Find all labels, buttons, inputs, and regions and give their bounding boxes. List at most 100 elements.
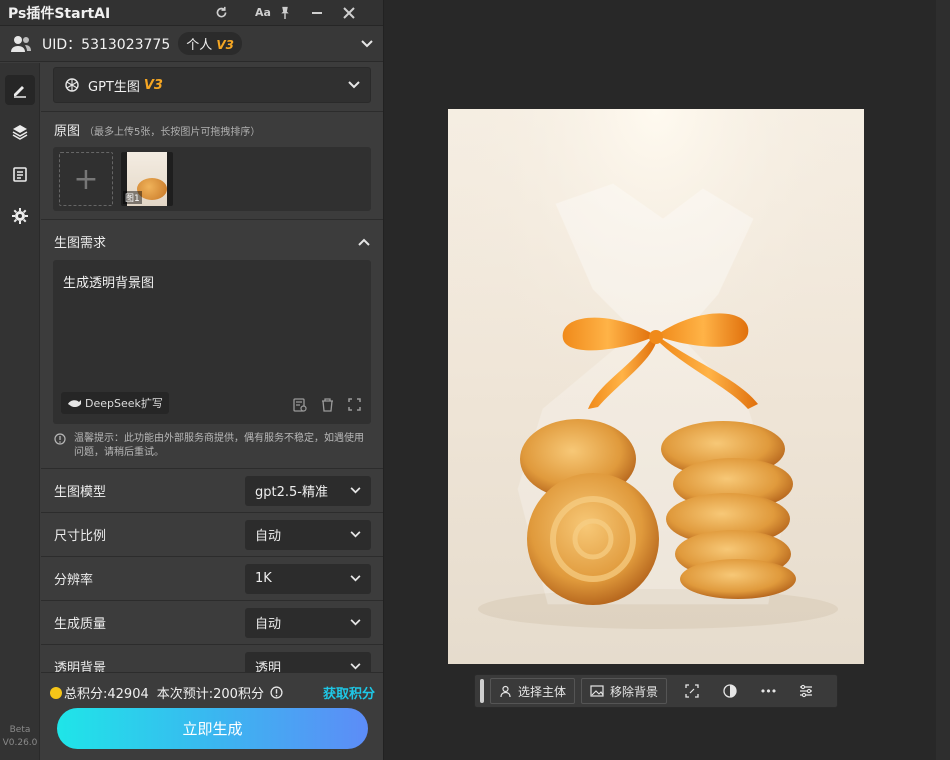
- minimize-icon[interactable]: [311, 7, 343, 19]
- setting-value: gpt2.5-精准: [255, 485, 328, 500]
- deepseek-whale-icon: [67, 398, 81, 408]
- image-icon: [590, 685, 604, 697]
- select-subject-label: 选择主体: [518, 684, 567, 699]
- sidebar-item-layers[interactable]: [5, 117, 35, 147]
- plan-label: 个人: [186, 38, 213, 53]
- textarea-tools: [293, 398, 361, 412]
- chevron-down-icon: [350, 663, 361, 670]
- service-tip: 温馨提示：此功能由外部服务商提供，偶有服务不稳定，如遇使用问题，请稍后重试。: [41, 424, 383, 460]
- setting-label: 分辨率: [54, 573, 94, 588]
- title-bar: Ps插件StartAI Aa: [0, 0, 383, 26]
- transparent-dropdown[interactable]: 透明: [245, 651, 371, 672]
- thumbnail-label: 图1: [123, 191, 142, 204]
- image-toolbar: 选择主体 移除背景 •••: [474, 674, 838, 708]
- info-icon[interactable]: [270, 686, 283, 699]
- crop-expand-icon[interactable]: [673, 678, 711, 704]
- beta-label: Beta: [9, 725, 31, 735]
- resolution-dropdown[interactable]: 1K: [245, 563, 371, 594]
- version-label: V0.26.0: [2, 738, 38, 748]
- chevron-down-icon: [350, 619, 361, 626]
- chevron-down-icon[interactable]: [361, 39, 373, 48]
- sidebar-item-edit[interactable]: [5, 75, 35, 105]
- source-images-box: + 图1: [53, 147, 371, 211]
- panel-footer: 总积分:42904 本次预计:200积分 获取积分 立即生成: [41, 672, 383, 760]
- source-images-label: 原图: [54, 124, 81, 139]
- font-size-icon[interactable]: Aa: [247, 6, 279, 19]
- version-info: Beta V0.26.0: [0, 724, 40, 750]
- select-subject-button[interactable]: 选择主体: [490, 678, 576, 704]
- total-points: 总积分:42904: [64, 687, 149, 702]
- chevron-down-icon: [348, 81, 360, 89]
- document-canvas: 选择主体 移除背景 •••: [385, 0, 950, 760]
- requirement-title: 生图需求: [54, 236, 107, 251]
- estimate-points: 本次预计:200积分: [156, 687, 264, 702]
- settings-icon: [12, 208, 28, 224]
- image-thumbnail[interactable]: 图1: [121, 152, 173, 206]
- canvas-scrollbar[interactable]: [936, 0, 950, 760]
- source-images-hint: （最多上传5张，长按图片可拖拽排序）: [84, 127, 261, 138]
- deepseek-expand-button[interactable]: DeepSeek扩写: [61, 392, 169, 414]
- edit-icon: [12, 82, 28, 98]
- chevron-down-icon: [350, 487, 361, 494]
- generate-button[interactable]: 立即生成: [57, 708, 368, 749]
- setting-value: 自动: [255, 617, 282, 632]
- setting-label: 透明背景: [54, 661, 107, 672]
- model-selector[interactable]: GPT生图 V3: [53, 67, 371, 103]
- sidebar-item-settings[interactable]: [5, 201, 35, 231]
- remove-background-button[interactable]: 移除背景: [581, 678, 668, 704]
- openai-icon: [64, 77, 80, 93]
- chevron-down-icon: [350, 531, 361, 538]
- model-dropdown[interactable]: gpt2.5-精准: [245, 475, 371, 506]
- setting-row-quality: 生成质量 自动: [41, 600, 383, 644]
- user-bar[interactable]: UID：5313023775 个人 V3: [0, 26, 383, 62]
- remove-background-label: 移除背景: [610, 684, 659, 699]
- document-image[interactable]: [448, 109, 864, 664]
- coin-icon: [50, 686, 62, 699]
- refresh-icon[interactable]: [215, 6, 247, 19]
- model-label: GPT生图: [88, 79, 140, 95]
- points-bar: 总积分:42904 本次预计:200积分 获取积分: [41, 673, 383, 702]
- setting-value: 自动: [255, 529, 282, 544]
- cookie-bag-image: [448, 109, 864, 664]
- sliders-icon[interactable]: [787, 678, 825, 704]
- setting-value: 1K: [255, 571, 272, 586]
- source-images-title: 原图 （最多上传5张，长按图片可拖拽排序）: [41, 112, 383, 139]
- contrast-icon[interactable]: [711, 678, 749, 704]
- setting-value: 透明: [255, 661, 282, 672]
- more-icon[interactable]: •••: [749, 678, 787, 704]
- prompt-textarea[interactable]: 生成透明背景图 DeepSeek扩写: [53, 260, 371, 424]
- trash-icon[interactable]: [321, 398, 334, 412]
- get-points-link[interactable]: 获取积分: [323, 683, 375, 702]
- toolbar-drag-handle[interactable]: [480, 679, 484, 703]
- setting-row-model: 生图模型 gpt2.5-精准: [41, 468, 383, 512]
- pin-icon[interactable]: [279, 6, 311, 19]
- chevron-down-icon: [350, 575, 361, 582]
- setting-label: 生成质量: [54, 617, 107, 632]
- info-icon: [54, 433, 66, 460]
- users-icon: [10, 35, 32, 53]
- plan-badge: 个人 V3: [178, 32, 243, 55]
- fullscreen-icon[interactable]: [348, 398, 361, 412]
- layers-icon: [12, 124, 28, 140]
- quality-dropdown[interactable]: 自动: [245, 607, 371, 638]
- deepseek-label: DeepSeek扩写: [85, 397, 163, 410]
- prompt-text[interactable]: 生成透明背景图: [63, 272, 154, 291]
- setting-label: 尺寸比例: [54, 529, 107, 544]
- sidebar-item-tasks[interactable]: [5, 159, 35, 189]
- setting-row-aspect: 尺寸比例 自动: [41, 512, 383, 556]
- history-icon[interactable]: [293, 398, 307, 412]
- setting-row-transparent: 透明背景 透明: [41, 644, 383, 672]
- settings-content: GPT生图 V3 原图 （最多上传5张，长按图片可拖拽排序） + 图1 生图需求 …: [41, 63, 383, 672]
- close-icon[interactable]: [343, 6, 375, 19]
- add-image-button[interactable]: +: [59, 152, 113, 206]
- sidebar-nav: Beta V0.26.0: [0, 63, 40, 760]
- setting-label: 生图模型: [54, 485, 107, 500]
- user-uid: UID：5313023775: [42, 36, 171, 53]
- chevron-up-icon[interactable]: [358, 238, 370, 246]
- model-version: V3: [143, 77, 163, 93]
- plan-version: V3: [216, 38, 235, 52]
- person-select-icon: [499, 685, 512, 698]
- aspect-ratio-dropdown[interactable]: 自动: [245, 519, 371, 550]
- requirement-header[interactable]: 生图需求: [41, 220, 383, 251]
